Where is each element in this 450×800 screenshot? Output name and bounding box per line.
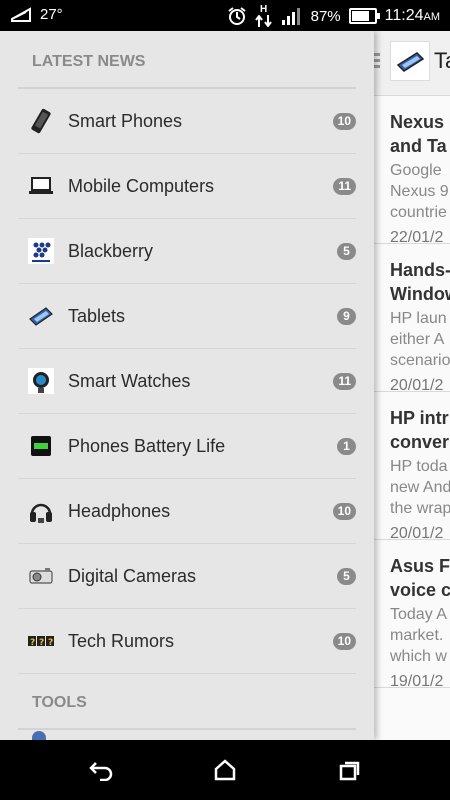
camera-icon (28, 563, 54, 589)
drawer-item-label: Smart Watches (68, 370, 191, 391)
drawer-item-label: Phones Battery Life (68, 435, 226, 456)
drawer-item-label: Tech Rumors (68, 630, 175, 651)
alarm-icon (227, 6, 247, 26)
back-button[interactable] (86, 756, 116, 784)
article-title-line: and Ta (390, 136, 447, 156)
recent-apps-icon (339, 761, 360, 781)
navigation-drawer: LATEST NEWS Smart Phones 10 Mobile Compu… (0, 31, 374, 740)
article-item[interactable]: Hands- Window HP laun either A scenario … (374, 244, 450, 392)
count-badge: 11 (333, 178, 356, 195)
article-date: 20/01/2 (390, 377, 444, 392)
article-snippet-line: new And (390, 479, 450, 496)
count-badge: 10 (332, 633, 356, 650)
smartphone-icon (28, 108, 54, 134)
svg-text:?: ? (30, 638, 35, 648)
app-area: Ta Nexus and Ta Google Nexus 9 countrie … (0, 31, 450, 740)
clock-time: 11:24 (384, 7, 424, 24)
data-transfer-icon: H (254, 4, 273, 27)
article-title-line: Window (390, 284, 450, 304)
network-type-text: H (259, 4, 268, 15)
battery-icon (28, 433, 54, 459)
drawer-item-label: Mobile Computers (68, 175, 215, 196)
article-title-line: conver (390, 432, 450, 452)
back-icon (89, 762, 113, 781)
drawer-item-headphones[interactable]: Headphones 10 (18, 479, 356, 544)
rumors-icon: ??? (28, 628, 54, 654)
article-title-line: HP intr (390, 408, 449, 428)
drawer-item-blackberry[interactable]: Blackberry 5 (18, 219, 356, 284)
count-badge: 10 (332, 113, 356, 130)
count-badge: 1 (337, 438, 356, 455)
article-snippet-line: Google (390, 162, 442, 179)
article-snippet-line: countrie (390, 204, 447, 221)
drawer-item-phones-battery-life[interactable]: Phones Battery Life 1 (18, 414, 356, 479)
clock-ampm: AM (423, 11, 441, 23)
home-icon (214, 759, 236, 781)
drawer-item-tablets[interactable]: Tablets 9 (18, 284, 356, 349)
section-header-tools: TOOLS (18, 692, 356, 730)
svg-text:?: ? (48, 638, 53, 648)
section-header-latest-news: LATEST NEWS (18, 51, 356, 89)
article-snippet-line: market. (390, 627, 444, 644)
article-date: 20/01/2 (390, 525, 444, 540)
news-content[interactable]: Ta Nexus and Ta Google Nexus 9 countrie … (374, 31, 450, 740)
article-snippet-line: Today A (390, 606, 447, 623)
drawer-indicator-icon[interactable] (374, 53, 380, 71)
article-snippet-line: either A (390, 331, 445, 348)
article-item[interactable]: HP intr conver HP toda new And the wrap … (374, 392, 450, 540)
battery-percent: 87% (310, 7, 341, 25)
article-item[interactable]: Asus F voice c Today A market. which w 1… (374, 540, 450, 688)
drawer-item-smart-phones[interactable]: Smart Phones 10 (18, 89, 356, 154)
drawer-item-tech-rumors[interactable]: ??? Tech Rumors 10 (18, 609, 356, 674)
drawer-item-label: Digital Cameras (68, 565, 197, 586)
battery-fill (351, 11, 369, 21)
signal-icon (281, 7, 303, 25)
svg-text:?: ? (39, 638, 44, 648)
status-bar: 27° H 87% 11:24AM (0, 0, 450, 31)
article-item[interactable]: Nexus and Ta Google Nexus 9 countrie 22/… (374, 96, 450, 244)
article-title-line: Asus F (390, 556, 450, 576)
article-snippet-line: HP toda (390, 458, 448, 475)
home-button[interactable] (210, 756, 240, 784)
temperature-text: 27° (40, 6, 63, 23)
drawer-item-digital-cameras[interactable]: Digital Cameras 5 (18, 544, 356, 609)
count-badge: 5 (337, 568, 356, 585)
app-title: Ta (434, 48, 450, 73)
drawer-item-label: Smart Phones (68, 110, 183, 131)
article-date: 22/01/2 (390, 229, 444, 244)
article-title-line: Hands- (390, 260, 450, 280)
action-bar: Ta (374, 31, 450, 96)
article-snippet-line: which w (390, 648, 447, 665)
count-badge: 9 (337, 308, 356, 325)
article-snippet-line: Nexus 9 (390, 183, 449, 200)
article-title-line: Nexus (390, 112, 445, 132)
drawer-item-smart-watches[interactable]: Smart Watches 11 (18, 349, 356, 414)
tools-item-icon[interactable] (32, 731, 46, 740)
article-title-line: voice c (390, 580, 450, 600)
battery-icon (348, 8, 380, 24)
drawer-item-mobile-computers[interactable]: Mobile Computers 11 (18, 154, 356, 219)
blackberry-icon (28, 238, 54, 264)
smartwatch-icon (28, 368, 54, 394)
tablet-icon (28, 303, 54, 329)
count-badge: 11 (333, 373, 356, 390)
count-badge: 10 (332, 503, 356, 520)
article-snippet-line: HP laun (390, 310, 447, 327)
drawer-item-label: Tablets (68, 305, 126, 326)
headphones-icon (28, 498, 54, 524)
count-badge: 5 (337, 243, 356, 260)
system-navigation-bar (0, 740, 450, 800)
weather-icon (10, 6, 32, 23)
drawer-item-label: Headphones (68, 500, 171, 521)
recent-apps-button[interactable] (335, 756, 365, 784)
drawer-item-label: Blackberry (68, 240, 154, 261)
app-logo-icon[interactable] (390, 41, 430, 81)
clock: 11:24AM (385, 7, 440, 25)
laptop-icon (28, 173, 54, 199)
article-snippet-line: the wrap (390, 500, 450, 517)
article-date: 19/01/2 (390, 673, 444, 688)
article-snippet-line: scenario (390, 352, 450, 369)
